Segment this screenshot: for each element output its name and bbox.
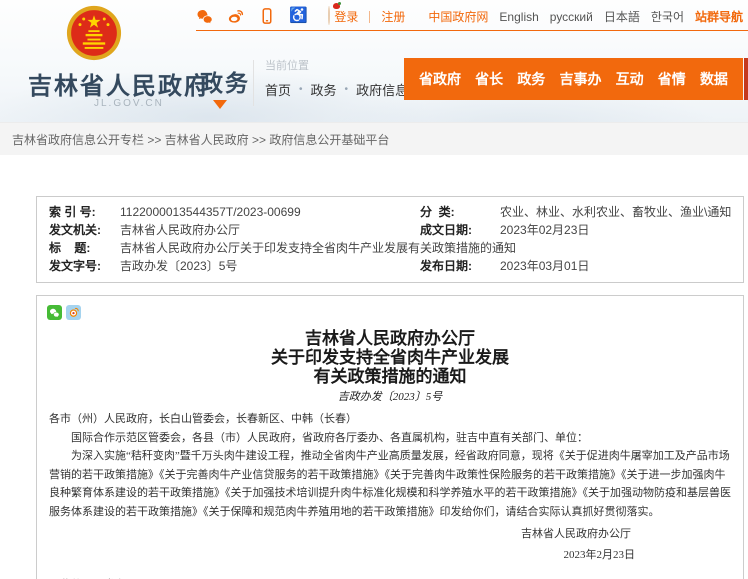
share-icons: [47, 305, 81, 320]
doc-no-label: 发文字号:: [49, 257, 120, 275]
login-link[interactable]: 登录: [334, 8, 358, 25]
meta-row-title: 标 题: 吉林省人民政府办公厅关于印发支持全省肉牛产业发展有关政策措施的通知: [37, 239, 743, 257]
agency-label: 发文机关:: [49, 221, 120, 239]
article-title-line3: 有关政策措施的通知: [37, 367, 743, 386]
site-domain: JL.GOV.CN: [94, 98, 164, 109]
article-title-line1: 吉林省人民政府办公厅: [37, 329, 743, 348]
nav-item-provincial-government[interactable]: 省政府: [419, 69, 461, 89]
nav-item-jishiban[interactable]: 吉事办: [559, 69, 601, 89]
document-article: 吉林省人民政府办公厅 关于印发支持全省肉牛产业发展 有关政策措施的通知 吉政办发…: [36, 295, 744, 579]
chevron-down-icon[interactable]: [213, 100, 227, 116]
dot-separator: •: [299, 84, 303, 95]
meta-row-index-category: 索 引 号: 1122000013544357T/2023-00699 分 类:…: [37, 203, 743, 221]
wechat-icon[interactable]: [196, 7, 214, 25]
breadcrumb: 吉林省政府信息公开专栏 >> 吉林省人民政府 >> 政府信息公开基础平台: [0, 122, 748, 155]
article-title: 吉林省人民政府办公厅 关于印发支持全省肉牛产业发展 有关政策措施的通知: [37, 329, 743, 386]
title-label: 标 题:: [49, 239, 120, 257]
mobile-icon[interactable]: [258, 7, 276, 25]
doc-no-value: 吉政办发〔2023〕5号: [120, 257, 420, 275]
nav-item-partial[interactable]: [744, 58, 748, 100]
breadcrumb-text[interactable]: 吉林省政府信息公开专栏 >> 吉林省人民政府 >> 政府信息公开基础平台: [12, 131, 389, 148]
salutation-line1: 各市（州）人民政府，长白山管委会，长春新区、中韩（长春）: [49, 410, 731, 429]
lang-japanese[interactable]: 日本語: [604, 8, 640, 25]
category-value: 农业、林业、水利农业、畜牧业、渔业\通知: [500, 203, 743, 221]
meta-row-agency-date: 发文机关: 吉林省人民政府办公厅 成文日期: 2023年02月23日: [37, 221, 743, 239]
wechat-share-icon[interactable]: [47, 305, 62, 320]
lang-korean[interactable]: 한국어: [651, 8, 684, 25]
salutation-line2: 国际合作示范区管委会，各县（市）人民政府，省政府各厅委办、各直属机构，驻吉中直有…: [49, 429, 731, 448]
weibo-icon[interactable]: [227, 7, 245, 25]
lang-english[interactable]: English: [499, 10, 538, 24]
topbar-divider-rule: [196, 30, 748, 31]
publish-date-label: 发布日期:: [420, 257, 500, 275]
topbar-links: 登录 注册 中国政府网 English русский 日本語 한국어 站群导航: [334, 8, 743, 25]
article-doc-number: 吉政办发〔2023〕5号: [37, 390, 743, 404]
nav-item-data[interactable]: 数据: [700, 69, 728, 89]
agency-value: 吉林省人民政府办公厅: [120, 221, 420, 239]
header-vertical-divider: [253, 60, 254, 106]
weibo-share-icon[interactable]: [66, 305, 81, 320]
site-header: 吉林省人民政府 JL.GOV.CN ♿ 登录 注册 中国政府网 English …: [0, 0, 748, 122]
dot-separator: •: [345, 84, 349, 95]
title-value: 吉林省人民政府办公厅关于印发支持全省肉牛产业发展有关政策措施的通知: [120, 239, 743, 257]
register-link[interactable]: 注册: [381, 8, 405, 25]
location-affairs-link[interactable]: 政务: [311, 80, 337, 99]
china-gov-link[interactable]: 中国政府网: [428, 8, 488, 25]
main-nav: 省政府 省长 政务 吉事办 互动 省情 数据: [404, 58, 743, 100]
national-emblem-logo[interactable]: [66, 5, 122, 61]
written-date-label: 成文日期:: [420, 221, 500, 239]
site-name[interactable]: 吉林省人民政府: [28, 66, 210, 101]
login-register-divider: [369, 11, 370, 23]
topbar-icons: ♿: [196, 6, 338, 26]
publish-date-value: 2023年03月01日: [500, 257, 743, 275]
lang-russian[interactable]: русский: [550, 10, 593, 24]
signature-date: 2023年2月23日: [37, 546, 743, 565]
accessibility-icon[interactable]: ♿: [289, 7, 307, 25]
article-title-line2: 关于印发支持全省肉牛产业发展: [37, 348, 743, 367]
nav-item-interaction[interactable]: 互动: [616, 69, 644, 89]
nav-item-affairs[interactable]: 政务: [517, 69, 545, 89]
nav-item-province-overview[interactable]: 省情: [658, 69, 686, 89]
meta-row-docno-publish: 发文字号: 吉政办发〔2023〕5号 发布日期: 2023年03月01日: [37, 257, 743, 275]
body-paragraph: 为深入实施“秸秆变肉”暨千万头肉牛建设工程，推动全省肉牛产业高质量发展，经省政府…: [49, 447, 731, 521]
location-home-link[interactable]: 首页: [265, 80, 291, 99]
nav-item-governor[interactable]: 省长: [475, 69, 503, 89]
document-meta-table: 索 引 号: 1122000013544357T/2023-00699 分 类:…: [36, 196, 744, 283]
page: 吉林省人民政府 JL.GOV.CN ♿ 登录 注册 中国政府网 English …: [0, 0, 748, 579]
category-label: 分 类:: [420, 203, 500, 221]
article-body: 各市（州）人民政府，长白山管委会，长春新区、中韩（长春） 国际合作示范区管委会，…: [49, 410, 731, 521]
written-date-value: 2023年02月23日: [500, 221, 743, 239]
index-value: 1122000013544357T/2023-00699: [120, 203, 420, 221]
site-group-nav-link[interactable]: 站群导航: [695, 8, 743, 25]
index-label: 索 引 号:: [49, 203, 120, 221]
section-label[interactable]: 政务: [200, 64, 250, 98]
signature-agency: 吉林省人民政府办公厅: [37, 525, 743, 544]
